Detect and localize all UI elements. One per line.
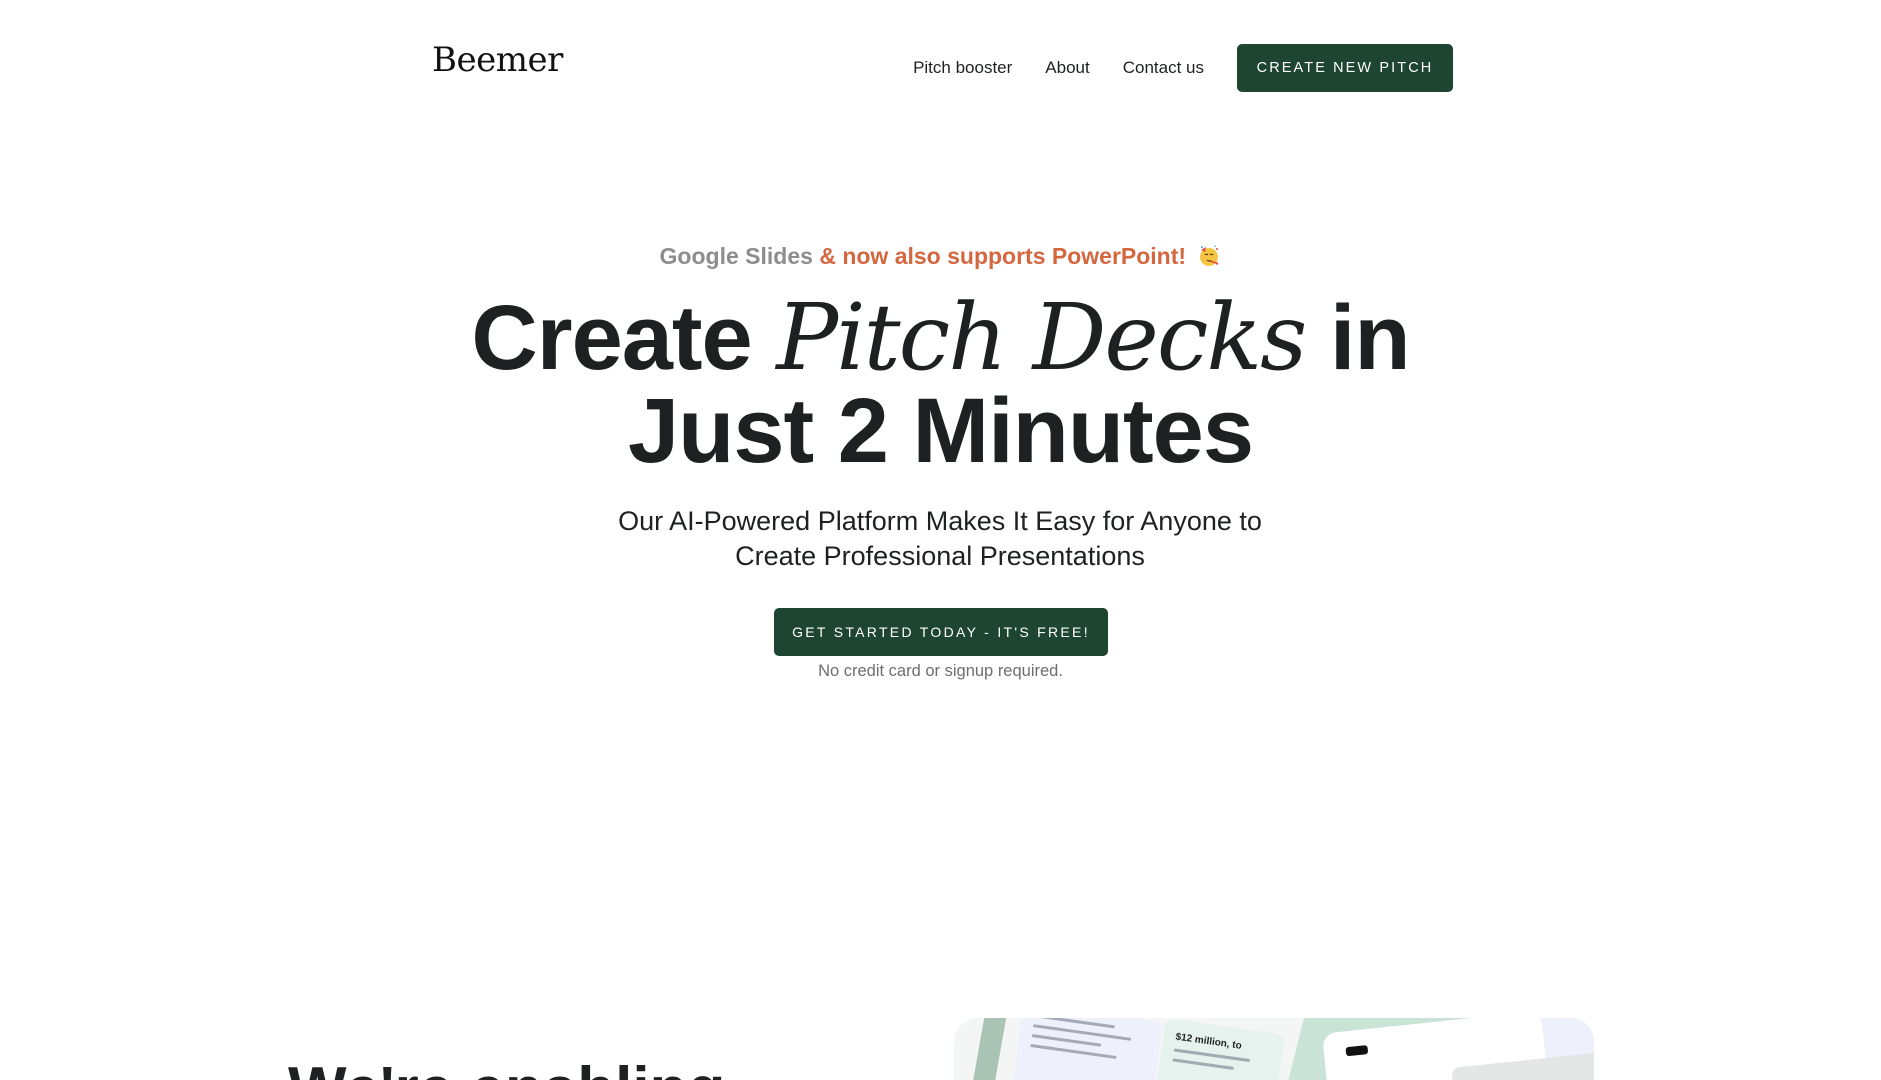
preview-logo-chip xyxy=(1345,1045,1369,1057)
nav-link-pitch-booster[interactable]: Pitch booster xyxy=(913,58,1012,78)
powerpoint-support-banner: Google Slides & now also supports PowerP… xyxy=(0,243,1881,270)
preview-slide-card xyxy=(1013,1018,1163,1080)
headline-line2: Just 2 Minutes xyxy=(627,380,1254,482)
hero-headline: Create Pitch Decks in Just 2 Minutes xyxy=(0,291,1881,478)
headline-create: Create xyxy=(471,287,752,389)
headline-pitch-decks: Pitch Decks xyxy=(776,284,1307,391)
get-started-button[interactable]: GET STARTED TODAY - IT'S FREE! xyxy=(774,608,1108,656)
section-title: We're enabling xyxy=(288,1054,725,1080)
main-nav: Pitch booster About Contact us CREATE NE… xyxy=(913,44,1453,92)
supports-powerpoint: & now also supports PowerPoint! xyxy=(819,243,1187,269)
no-credit-card-note: No credit card or signup required. xyxy=(818,662,1063,680)
logo[interactable]: Beemer xyxy=(432,40,563,80)
headline-in: in xyxy=(1329,287,1411,389)
party-face-icon xyxy=(1200,245,1219,266)
page: Beemer Pitch booster About Contact us CR… xyxy=(0,0,1881,1080)
preview-stripe xyxy=(971,1018,1007,1080)
nav-link-about[interactable]: About xyxy=(1045,58,1089,78)
hero-subheadline: Our AI-Powered Platform Makes It Easy fo… xyxy=(618,506,1262,571)
preview-slide-card: $12 million, to xyxy=(1155,1018,1285,1080)
create-new-pitch-button[interactable]: CREATE NEW PITCH xyxy=(1237,44,1453,92)
slides-preview-image: $12 million, to xyxy=(954,1018,1594,1080)
nav-link-contact-us[interactable]: Contact us xyxy=(1123,58,1204,78)
supports-google-slides: Google Slides xyxy=(659,243,813,269)
